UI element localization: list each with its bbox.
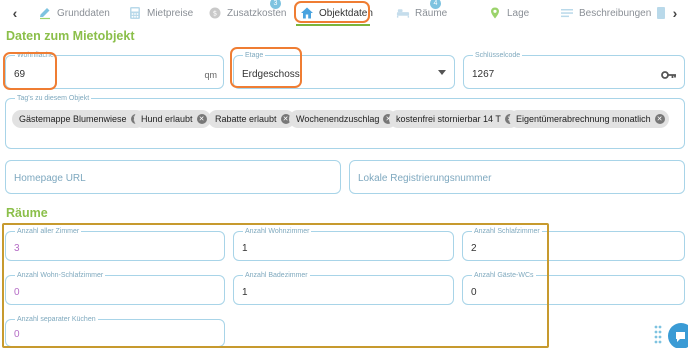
chat-button[interactable] [652,318,688,348]
pencil-icon [38,6,52,20]
field-value: 3 [14,243,20,254]
anzahl-wohn-schlafzimmer-field[interactable]: Anzahl Wohn-Schlafzimmer 0 [5,271,225,305]
anzahl-badezimmer-field[interactable]: Anzahl Badezimmer 1 [233,271,454,305]
chevron-down-icon[interactable] [438,70,446,75]
tag-chip-label: Eigentümerabrechnung monatlich [516,114,651,124]
tag-chip[interactable]: Eigentümerabrechnung monatlich ✕ [509,110,669,128]
tag-chip[interactable]: Hund erlaubt ✕ [134,110,211,128]
field-value: 1 [242,287,248,298]
tab-mietpreise[interactable]: Mietpreise [128,0,193,26]
tab-label: Zusatzkosten [227,7,287,19]
field-placeholder: Lokale Registrierungsnummer [358,173,492,184]
field-label: Tag's zu diesem Objekt [15,94,92,103]
unit-label: qm [204,70,217,80]
tab-beschreibungen[interactable]: Beschreibungen [560,0,651,26]
anzahl-gaeste-wcs-field[interactable]: Anzahl Gäste-WCs 0 [462,271,685,305]
tab-label: Objektdaten [319,7,373,19]
tab-bar: ‹ Grunddaten Mietpreise $ Zusatzkosten 3… [0,0,688,26]
coin-icon: $ [208,6,222,20]
tag-chip[interactable]: kostenfrei stornierbar 14 T✕ [389,110,519,128]
tab-label: Mietpreise [147,7,194,19]
calculator-icon [128,6,142,20]
tab-label: Lage [507,7,530,19]
tab-zusatzkosten[interactable]: $ Zusatzkosten 3 [208,0,286,26]
homepage-url-field[interactable]: Homepage URL [5,160,341,194]
field-label: Anzahl aller Zimmer [15,227,82,236]
field-label: Anzahl Wohn-Schlafzimmer [15,271,106,280]
tag-chip[interactable]: Wochenendzuschlag✕ [289,110,398,128]
field-value: 2 [471,243,477,254]
field-value: 1267 [472,69,495,80]
close-icon[interactable]: ✕ [196,114,207,124]
map-pin-icon [488,6,502,20]
lokale-registrierungsnummer-field[interactable]: Lokale Registrierungsnummer [349,160,685,194]
tag-chip-label: Gästemappe Blumenwiese [19,114,127,124]
tags-field[interactable]: Tag's zu diesem Objekt Gästemappe Blumen… [5,94,685,149]
section-title-raeume: Räume [6,206,48,220]
field-label: Anzahl Gäste-WCs [472,271,536,280]
svg-text:$: $ [213,10,217,18]
tab-raeume[interactable]: Räume 4 [396,0,447,26]
field-value: Erdgeschoss [242,69,300,80]
section-title-mietobjekt: Daten zum Mietobjekt [6,29,135,43]
tab-lage[interactable]: Lage [488,0,529,26]
text-lines-icon [560,6,574,20]
field-label: Wohnfläche [15,51,56,60]
tag-chip[interactable]: Rabatte erlaubt ✕ [208,110,295,128]
tab-label: Beschreibungen [579,7,652,19]
field-label: Anzahl separater Küchen [15,315,98,324]
field-value: 1 [242,243,248,254]
tag-chip-label: Rabatte erlaubt [215,114,277,124]
tab-grunddaten[interactable]: Grunddaten [38,0,110,26]
field-value: 0 [14,287,20,298]
field-value: 69 [14,69,26,80]
field-label: Etage [243,51,266,60]
active-tab-indicator [296,24,370,26]
tag-chip-label: Hund erlaubt [141,114,193,124]
field-label: Anzahl Schlafzimmer [472,227,542,236]
tag-chip[interactable]: Gästemappe Blumenwiese✕ [12,110,145,128]
schluesselcode-field[interactable]: Schlüsselcode 1267 [463,51,685,89]
field-placeholder: Homepage URL [14,173,86,184]
close-icon[interactable]: ✕ [654,114,665,124]
tab-scroll-left-icon[interactable]: ‹ [4,0,26,26]
tab-label: Räume [415,7,448,19]
field-value: 0 [14,329,20,340]
field-label: Anzahl Wohnzimmer [243,227,312,236]
field-label: Anzahl Badezimmer [243,271,310,280]
anzahl-aller-zimmer-field[interactable]: Anzahl aller Zimmer 3 [5,227,225,261]
key-icon[interactable] [661,67,677,85]
tab-label: Grunddaten [57,7,110,19]
home-icon [300,6,314,20]
field-label: Schlüsselcode [473,51,523,60]
etage-select[interactable]: Etage Erdgeschoss [233,51,455,89]
anzahl-schlafzimmer-field[interactable]: Anzahl Schlafzimmer 2 [462,227,685,261]
tag-chip-label: Wochenendzuschlag [296,114,380,124]
bed-icon [396,6,410,20]
anzahl-wohnzimmer-field[interactable]: Anzahl Wohnzimmer 1 [233,227,454,261]
tag-chip-label: kostenfrei stornierbar 14 T [396,114,501,124]
tab-scroll-right-icon[interactable]: › [664,0,686,26]
field-value: 0 [471,287,477,298]
wohnflaeche-field[interactable]: Wohnfläche 69 qm [5,51,224,89]
tab-objektdaten[interactable]: Objektdaten [300,0,373,26]
anzahl-separater-kuechen-field[interactable]: Anzahl separater Küchen 0 [5,315,225,347]
